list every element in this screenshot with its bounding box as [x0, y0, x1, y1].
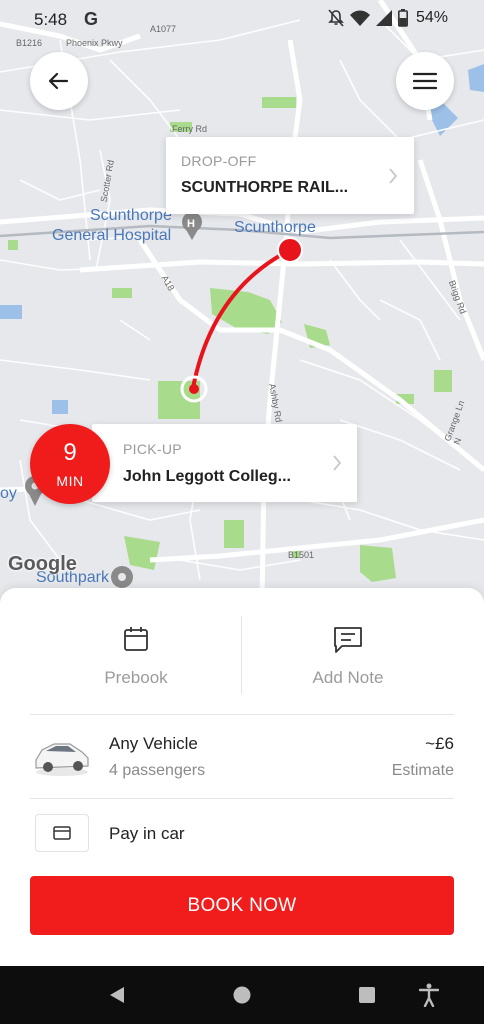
accessibility-button[interactable]	[412, 966, 446, 1024]
back-button[interactable]	[30, 52, 88, 110]
eta-badge: 9 MIN	[30, 424, 110, 504]
payment-method[interactable]: Pay in car	[30, 812, 454, 856]
vehicle-price: ~£6	[425, 734, 454, 753]
divider	[30, 798, 454, 799]
chevron-right-icon	[333, 455, 342, 471]
notifications-off-icon	[328, 9, 344, 27]
pickup-caption: PICK-UP	[123, 441, 182, 457]
nav-home-button[interactable]	[225, 966, 259, 1024]
book-now-button[interactable]: BOOK NOW	[30, 876, 454, 935]
road-label-ferry: Ferry Rd	[172, 124, 208, 134]
eta-value: 9	[63, 439, 77, 466]
nav-back-button[interactable]	[100, 966, 134, 1024]
chevron-right-icon	[389, 168, 398, 184]
dropoff-caption: DROP-OFF	[181, 153, 257, 169]
accessibility-icon	[419, 983, 439, 1007]
arrow-left-icon	[48, 72, 69, 90]
status-time: 5:48	[34, 10, 68, 29]
road-label-b1501: B1501	[288, 550, 315, 560]
booking-sheet: Prebook Add Note Any Vehicle 4 passenger…	[0, 588, 484, 966]
system-nav-bar	[0, 966, 484, 1024]
map-label-hospital-2: General Hospital	[52, 227, 172, 244]
map-label-oy: oy	[0, 485, 17, 502]
vehicle-name: Any Vehicle	[109, 734, 198, 753]
eta-unit: MIN	[56, 473, 84, 489]
dropoff-address: SCUNTHORPE RAIL...	[181, 179, 349, 196]
nav-recents-button[interactable]	[350, 966, 384, 1024]
divider	[30, 714, 454, 715]
dropoff-card[interactable]: DROP-OFF SCUNTHORPE RAIL...	[166, 137, 414, 214]
battery-percent: 54%	[415, 9, 448, 26]
map-label-town: Scunthorpe	[234, 219, 316, 236]
pickup-card[interactable]: PICK-UP John Leggott Colleg...	[92, 424, 357, 502]
message-icon	[334, 627, 362, 653]
vehicle-selector[interactable]: Any Vehicle 4 passengers ~£6 Estimate	[30, 728, 454, 788]
vehicle-estimate-label: Estimate	[391, 762, 454, 779]
payment-label: Pay in car	[109, 824, 185, 843]
svg-text:H: H	[187, 218, 195, 230]
payment-icon-box	[35, 814, 89, 852]
triangle-back-icon	[110, 987, 124, 1003]
square-recents-icon	[359, 987, 375, 1003]
google-status-icon: G	[84, 9, 99, 29]
status-icons: 54%	[328, 9, 448, 27]
prebook-button[interactable]: Prebook	[30, 618, 242, 694]
add-note-label: Add Note	[312, 668, 384, 687]
cell-signal-icon	[375, 10, 392, 26]
battery-icon	[397, 9, 408, 27]
calendar-icon	[124, 627, 148, 651]
map-label-hospital-1: Scunthorpe	[90, 207, 172, 224]
menu-button[interactable]	[396, 52, 454, 110]
car-icon	[35, 743, 89, 776]
vehicle-passengers: 4 passengers	[109, 762, 206, 779]
circle-home-icon	[233, 986, 251, 1004]
google-attribution: Google	[8, 553, 77, 575]
status-bar: 5:48 G 54%	[0, 0, 484, 40]
add-note-button[interactable]: Add Note	[242, 618, 454, 694]
credit-card-icon	[53, 826, 71, 840]
pickup-address: John Leggott Colleg...	[123, 468, 291, 485]
wifi-icon	[349, 10, 370, 26]
prebook-label: Prebook	[104, 668, 168, 687]
hamburger-menu-icon	[413, 72, 437, 90]
